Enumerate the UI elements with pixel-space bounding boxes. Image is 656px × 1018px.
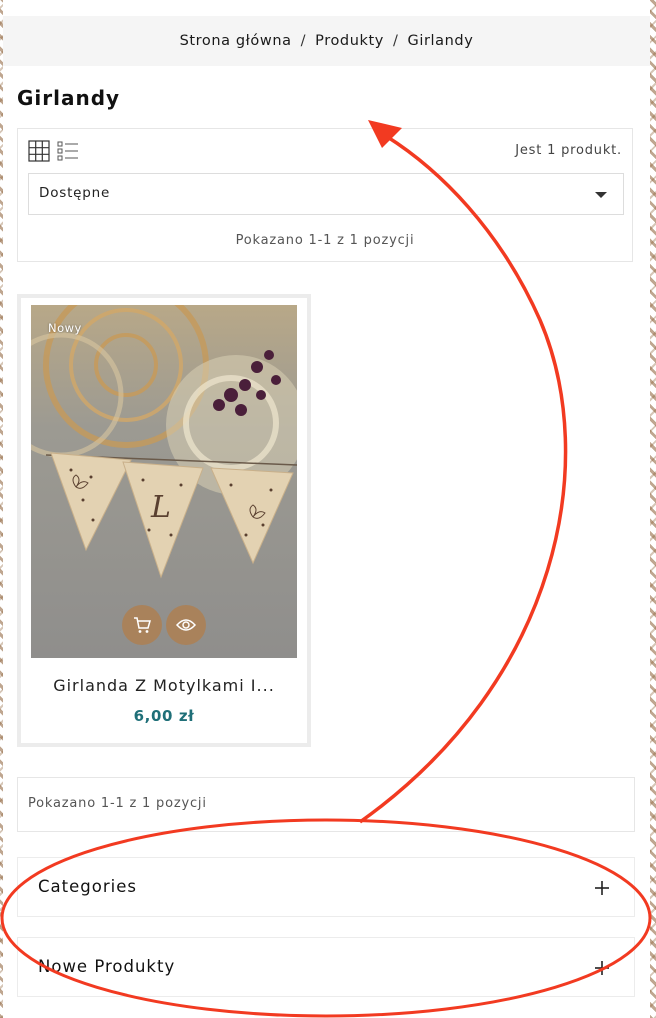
product-count: Jest 1 produkt. <box>515 143 622 158</box>
showing-count-top: Pokazano 1-1 z 1 pozycji <box>235 233 415 248</box>
product-name-link[interactable]: Girlanda Z Motylkami I... <box>21 676 307 695</box>
sort-selected-value: Dostępne <box>39 185 111 201</box>
breadcrumb: Strona główna / Produkty / Girlandy <box>3 16 650 66</box>
grid-view-icon[interactable] <box>28 140 50 162</box>
categories-title: Categories <box>38 877 137 896</box>
cart-icon <box>134 617 151 633</box>
product-list-toolbar: Jest 1 produkt. Dostępne Pokazano 1-1 z … <box>17 128 633 262</box>
sort-select[interactable]: Dostępne <box>28 173 624 215</box>
plus-icon[interactable] <box>594 880 610 896</box>
page-content: Strona główna / Produkty / Girlandy Girl… <box>3 0 650 1018</box>
caret-down-icon <box>595 192 607 198</box>
new-badge: Nowy <box>48 321 82 335</box>
plus-icon[interactable] <box>594 960 610 976</box>
breadcrumb-home-link[interactable]: Strona główna <box>180 33 292 49</box>
product-image[interactable]: L Nowy <box>31 305 297 658</box>
add-to-cart-button[interactable] <box>122 605 162 645</box>
pagination-bar: Pokazano 1-1 z 1 pozycji <box>17 777 635 832</box>
breadcrumb-products-link[interactable]: Produkty <box>315 33 384 49</box>
new-products-accordion[interactable]: Nowe Produkty <box>17 937 635 997</box>
product-price: 6,00 zł <box>133 707 195 725</box>
breadcrumb-current: Girlandy <box>407 33 474 49</box>
new-products-title: Nowe Produkty <box>38 957 176 976</box>
showing-count-bottom: Pokazano 1-1 z 1 pozycji <box>28 796 207 811</box>
eye-icon <box>175 619 197 631</box>
top-strip <box>3 0 650 14</box>
page-title: Girlandy <box>17 86 121 110</box>
breadcrumb-separator: / <box>300 33 307 49</box>
breadcrumb-separator: / <box>392 33 399 49</box>
svg-text:L: L <box>150 490 171 525</box>
list-view-icon[interactable] <box>57 140 79 162</box>
product-card[interactable]: L Nowy Girlanda Z Motylkami I... 6,00 zł <box>17 294 311 747</box>
categories-accordion[interactable]: Categories <box>17 857 635 917</box>
quick-view-button[interactable] <box>166 605 206 645</box>
